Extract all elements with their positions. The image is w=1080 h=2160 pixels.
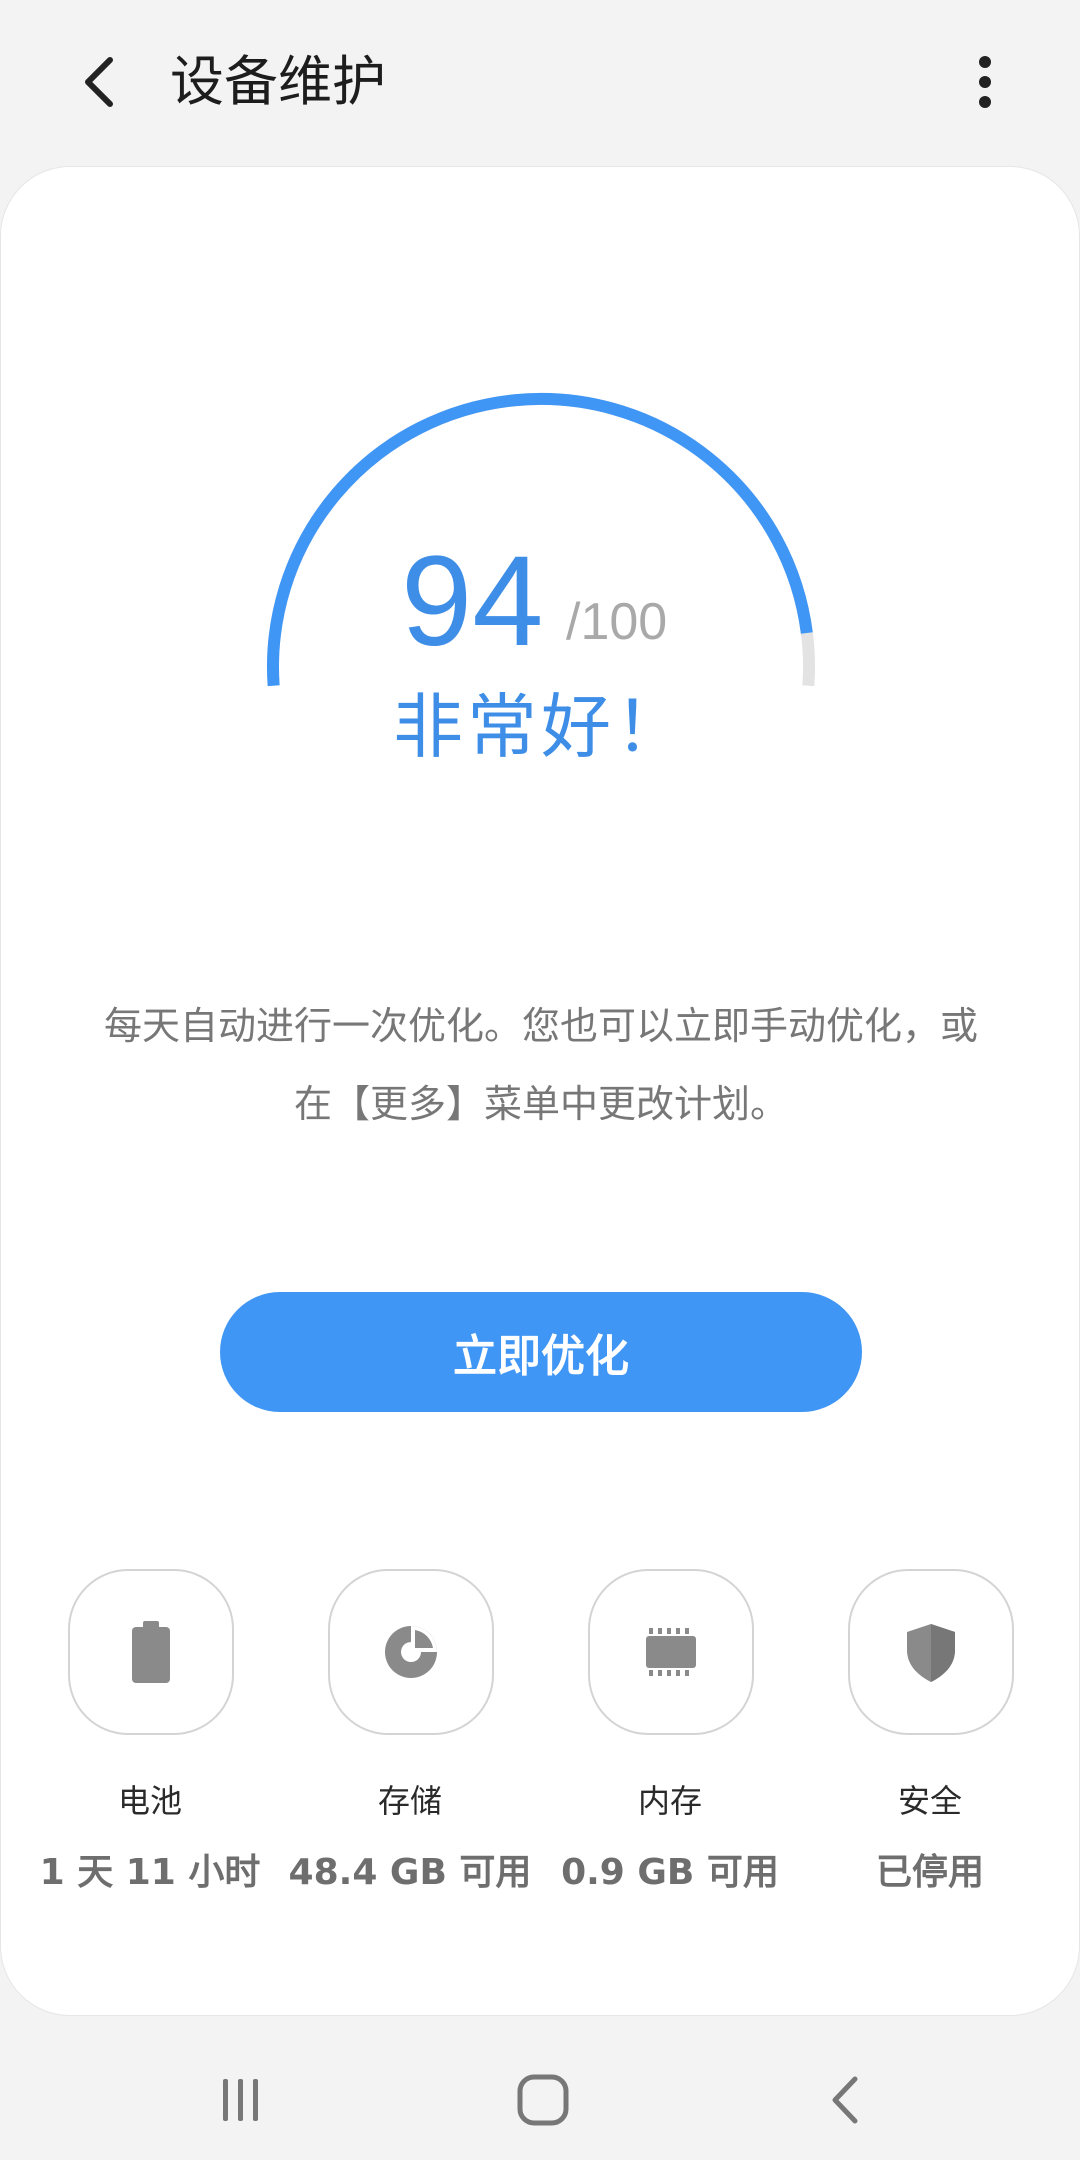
memory-icon-box[interactable] [588, 1569, 754, 1735]
optimization-description: 每天自动进行一次优化。您也可以立即手动优化，或在【更多】菜单中更改计划。 [103, 1004, 978, 1126]
status-storage-value: 48.4 GB 可用 [288, 1852, 532, 1893]
status-memory-value: 0.9 GB 可用 [561, 1852, 779, 1893]
status-storage[interactable]: 存储 48.4 GB 可用 [280, 1569, 540, 1929]
chevron-left-icon [85, 57, 113, 107]
status-security-value: 已停用 [875, 1852, 984, 1893]
more-vertical-icon [979, 56, 991, 108]
app-header: 设备维护 [0, 0, 1080, 166]
score-max: /100 [566, 593, 668, 651]
status-memory[interactable]: 内存 0.9 GB 可用 [540, 1569, 800, 1929]
storage-pie-icon [385, 1626, 437, 1678]
status-storage-label: 存储 [377, 1782, 442, 1820]
recents-button[interactable] [191, 2050, 291, 2150]
home-button[interactable] [493, 2050, 593, 2150]
status-battery-value: 1 天 11 小时 [39, 1852, 261, 1893]
storage-icon-box[interactable] [328, 1569, 494, 1735]
shield-icon [907, 1624, 955, 1682]
security-icon-box[interactable] [848, 1569, 1014, 1735]
recents-icon [223, 2079, 258, 2121]
home-icon [517, 2074, 569, 2126]
battery-icon [132, 1621, 170, 1683]
page-title: 设备维护 [170, 50, 386, 113]
status-security-label: 安全 [897, 1782, 962, 1820]
score-value: 94 [401, 530, 544, 673]
device-care-screen: 设备维护 94 /100 非常好！ 每天自动进行一次优化。您也可以立即手动优化，… [0, 0, 1080, 2160]
memory-chip-icon [646, 1628, 696, 1676]
status-memory-label: 内存 [637, 1782, 702, 1820]
back-button[interactable] [58, 42, 138, 122]
system-navigation-bar [0, 2040, 1080, 2160]
more-options-button[interactable] [955, 42, 1015, 122]
score-status: 非常好！ [393, 686, 689, 768]
back-icon [832, 2076, 858, 2124]
optimize-now-button[interactable]: 立即优化 [220, 1292, 862, 1412]
battery-icon-box[interactable] [68, 1569, 234, 1735]
main-card: 94 /100 非常好！ 每天自动进行一次优化。您也可以立即手动优化，或在【更多… [0, 166, 1080, 2016]
system-back-button[interactable] [795, 2050, 895, 2150]
status-security[interactable]: 安全 已停用 [800, 1569, 1060, 1929]
status-battery-label: 电池 [117, 1782, 182, 1820]
status-battery[interactable]: 电池 1 天 11 小时 [20, 1569, 280, 1929]
